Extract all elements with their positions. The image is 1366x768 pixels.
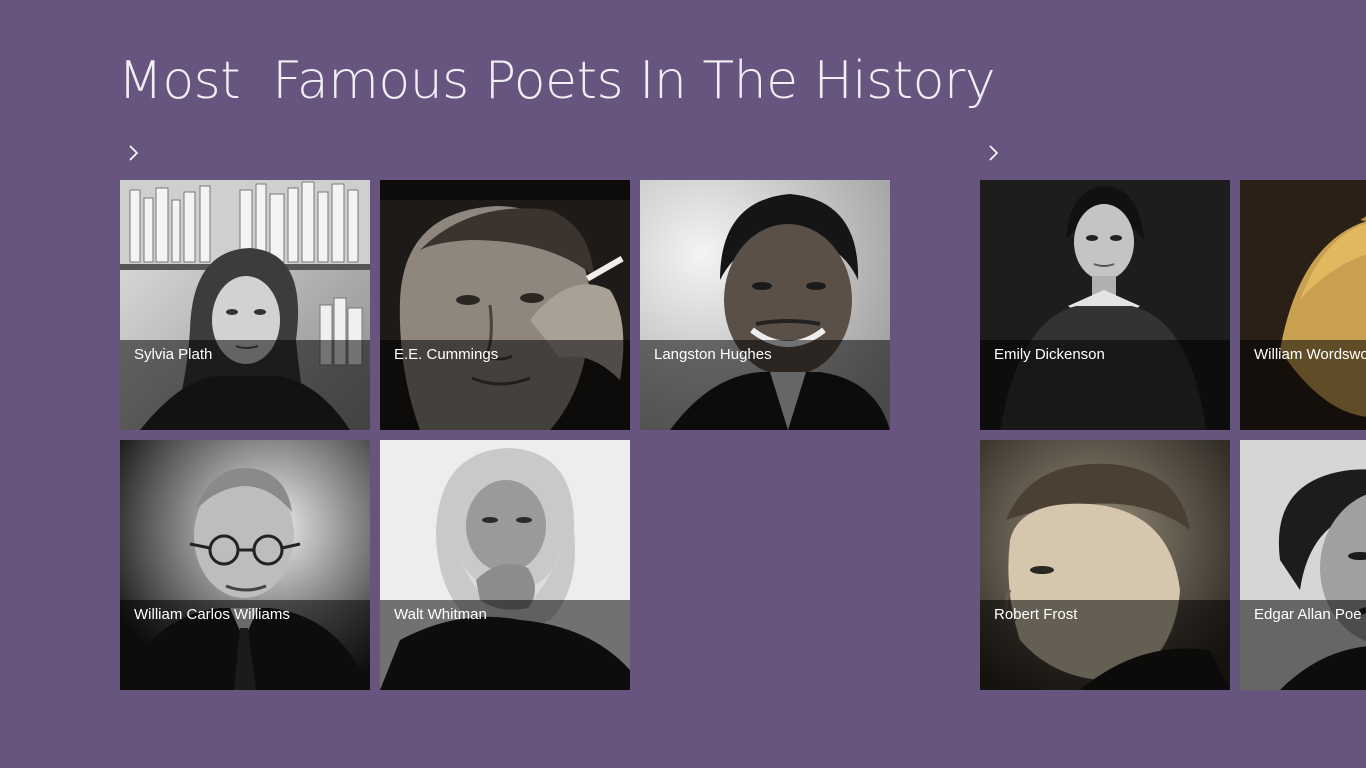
poet-name: Walt Whitman (394, 606, 487, 623)
poet-name: Robert Frost (994, 606, 1078, 623)
group-1-header-button[interactable] (121, 140, 145, 166)
app-window: Most Famous Poets In The History Sylvia … (0, 0, 1366, 768)
group-2-header-button[interactable] (981, 140, 1005, 166)
poet-tile-edgar-allan-poe[interactable]: Edgar Allan Poe (1240, 440, 1366, 690)
poet-name: Langston Hughes (654, 346, 772, 363)
page-title: Most Famous Poets In The History (118, 51, 996, 111)
poet-tile-robert-frost[interactable]: Robert Frost (980, 440, 1230, 690)
poet-name: William Wordsworth (1254, 346, 1366, 363)
poet-name: Sylvia Plath (134, 346, 213, 363)
poet-name: E.E. Cummings (394, 346, 499, 363)
poet-tile-ee-cummings[interactable]: E.E. Cummings (380, 180, 630, 430)
poet-name: William Carlos Williams (134, 606, 290, 623)
poet-tile-william-wordsworth[interactable]: William Wordsworth (1240, 180, 1366, 430)
poet-name: Edgar Allan Poe (1254, 606, 1362, 623)
poet-tile-langston-hughes[interactable]: Langston Hughes (640, 180, 890, 430)
chevron-right-icon (987, 144, 999, 162)
poet-tile-sylvia-plath[interactable]: Sylvia Plath (120, 180, 370, 430)
poet-tile-william-carlos-williams[interactable]: William Carlos Williams (120, 440, 370, 690)
chevron-right-icon (127, 144, 139, 162)
poet-name: Emily Dickenson (994, 346, 1105, 363)
poet-tile-emily-dickenson[interactable]: Emily Dickenson (980, 180, 1230, 430)
poet-tile-walt-whitman[interactable]: Walt Whitman (380, 440, 630, 690)
